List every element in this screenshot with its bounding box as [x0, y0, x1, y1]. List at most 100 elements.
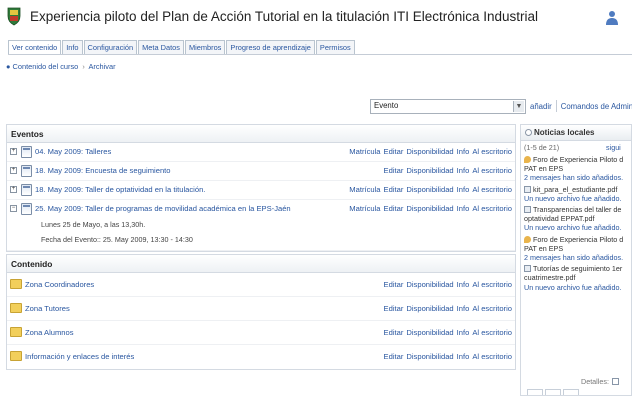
matricula-link[interactable]: Matrícula [349, 204, 380, 213]
to-desktop-link[interactable]: Al escritorio [472, 185, 512, 194]
info-link[interactable]: Info [457, 166, 470, 175]
content-heading: Contenido [7, 255, 515, 273]
news-item-note[interactable]: Un nuevo archivo fue añadido. [524, 283, 628, 292]
local-news-heading: Noticias locales [521, 125, 631, 141]
content-title[interactable]: Zona Coordinadores [25, 280, 94, 289]
folder-icon [10, 327, 22, 337]
breadcrumb-archivar[interactable]: Archivar [88, 62, 115, 71]
news-item[interactable]: Tutorías de seguimiento 1er cuatrimestre… [521, 263, 631, 293]
tab-configuracion[interactable]: Configuración [83, 40, 138, 54]
info-link[interactable]: Info [457, 280, 470, 289]
availability-link[interactable]: Disponibilidad [406, 328, 453, 337]
type-select[interactable]: Evento ▼ [370, 98, 526, 114]
tab-progreso[interactable]: Progreso de aprendizaje [226, 40, 315, 54]
availability-link[interactable]: Disponibilidad [406, 280, 453, 289]
events-heading: Eventos [7, 125, 515, 143]
breadcrumb-contenido[interactable]: Contenido del curso [13, 62, 79, 71]
edit-link[interactable]: Editar [384, 147, 404, 156]
info-link[interactable]: Info [457, 328, 470, 337]
expand-icon[interactable]: + [10, 167, 17, 174]
event-title[interactable]: 04. May 2009: Talleres [35, 147, 111, 156]
event-row: + 18. May 2009: Taller de optatividad en… [7, 181, 515, 200]
news-item-note[interactable]: Un nuevo archivo fue añadido. [524, 223, 628, 232]
to-desktop-link[interactable]: Al escritorio [472, 204, 512, 213]
availability-link[interactable]: Disponibilidad [406, 147, 453, 156]
title-bar: Experiencia piloto del Plan de Acción Tu… [0, 0, 632, 36]
matricula-link[interactable]: Matrícula [349, 185, 380, 194]
expand-icon[interactable]: + [10, 186, 17, 193]
calendar-icon [21, 146, 32, 158]
to-desktop-link[interactable]: Al escritorio [472, 280, 512, 289]
tab-meta-datos[interactable]: Meta Datos [138, 40, 184, 54]
event-description: Lunes 25 de Mayo, a las 13,30h. [41, 220, 146, 229]
event-actions: Matrícula Editar Disponibilidad Info Al … [349, 204, 512, 213]
content-title[interactable]: Zona Alumnos [25, 328, 74, 337]
matricula-link[interactable]: Matrícula [349, 147, 380, 156]
news-item[interactable]: Foro de Experiencia Piloto d PAT en EPS … [521, 154, 631, 184]
details-link[interactable]: Detalles: [581, 377, 609, 386]
news-item[interactable]: Foro de Experiencia Piloto d PAT en EPS … [521, 234, 631, 264]
event-title[interactable]: 18. May 2009: Taller de optatividad en l… [35, 185, 205, 194]
info-link[interactable]: Info [457, 304, 470, 313]
expand-icon[interactable]: + [10, 148, 17, 155]
pager-range: (1-5 de 21) [524, 143, 560, 152]
edit-link[interactable]: Editar [384, 328, 404, 337]
event-title[interactable]: 18. May 2009: Encuesta de seguimiento [35, 166, 171, 175]
content-row: Zona Coordinadores Editar Disponibilidad… [7, 273, 515, 297]
news-item-note[interactable]: 2 mensajes han sido añadidos. [524, 253, 628, 262]
chevron-down-icon[interactable]: ▼ [513, 100, 524, 112]
availability-link[interactable]: Disponibilidad [406, 352, 453, 361]
info-link[interactable]: Info [457, 204, 470, 213]
to-desktop-link[interactable]: Al escritorio [472, 166, 512, 175]
event-actions: Matrícula Editar Disponibilidad Info Al … [349, 185, 512, 194]
calendar-icon [21, 165, 32, 177]
page-title: Experiencia piloto del Plan de Acción Tu… [30, 9, 539, 24]
tab-permisos[interactable]: Permisos [315, 40, 355, 54]
availability-link[interactable]: Disponibilidad [406, 304, 453, 313]
content-title[interactable]: Información y enlaces de interés [25, 352, 134, 361]
to-desktop-link[interactable]: Al escritorio [472, 352, 512, 361]
news-item-note[interactable]: 2 mensajes han sido añadidos. [524, 173, 628, 182]
add-toolbar: Evento ▼ añadir Comandos de Administra [370, 98, 632, 114]
event-row: − 25. May 2009: Taller de programas de m… [7, 200, 515, 251]
toolbar-divider [555, 100, 557, 112]
tab-miembros[interactable]: Miembros [184, 40, 226, 54]
edit-link[interactable]: Editar [384, 280, 404, 289]
info-link[interactable]: Info [457, 147, 470, 156]
availability-link[interactable]: Disponibilidad [406, 166, 453, 175]
edit-link[interactable]: Editar [384, 185, 404, 194]
add-button[interactable]: añadir [530, 102, 552, 111]
bottom-tab[interactable] [563, 389, 579, 395]
availability-link[interactable]: Disponibilidad [406, 204, 453, 213]
coat-of-arms-icon [7, 7, 21, 26]
admin-commands-link[interactable]: Comandos de Administra [561, 102, 632, 111]
edit-link[interactable]: Editar [384, 204, 404, 213]
event-title[interactable]: 25. May 2009: Taller de programas de mov… [35, 204, 291, 213]
tab-ver-contenido[interactable]: Ver contenido [8, 40, 62, 54]
breadcrumb-separator: › [82, 62, 85, 71]
info-link[interactable]: Info [457, 352, 470, 361]
bottom-tab[interactable] [527, 389, 543, 395]
to-desktop-link[interactable]: Al escritorio [472, 147, 512, 156]
tab-info[interactable]: Info [62, 40, 83, 54]
info-link[interactable]: Info [457, 185, 470, 194]
news-item-note[interactable]: Un nuevo archivo fue añadido. [524, 194, 628, 203]
next-page-link[interactable]: sigui [606, 141, 621, 154]
edit-link[interactable]: Editar [384, 304, 404, 313]
to-desktop-link[interactable]: Al escritorio [472, 328, 512, 337]
bullet-icon: ● [6, 62, 11, 71]
availability-link[interactable]: Disponibilidad [406, 185, 453, 194]
to-desktop-link[interactable]: Al escritorio [472, 304, 512, 313]
user-icon[interactable] [605, 10, 619, 26]
news-item[interactable]: Transparencias del taller de optatividad… [521, 204, 631, 234]
content-title[interactable]: Zona Tutores [25, 304, 70, 313]
rss-icon[interactable] [611, 378, 619, 385]
portlet-icon [525, 129, 532, 136]
edit-link[interactable]: Editar [384, 352, 404, 361]
news-item-title-cont: PAT en EPS [524, 243, 564, 253]
edit-link[interactable]: Editar [384, 166, 404, 175]
collapse-icon[interactable]: − [10, 205, 17, 212]
bottom-tab[interactable] [545, 389, 561, 395]
event-actions: Editar Disponibilidad Info Al escritorio [384, 166, 512, 175]
news-item[interactable]: kit_para_el_estudiante.pdf Un nuevo arch… [521, 184, 631, 204]
